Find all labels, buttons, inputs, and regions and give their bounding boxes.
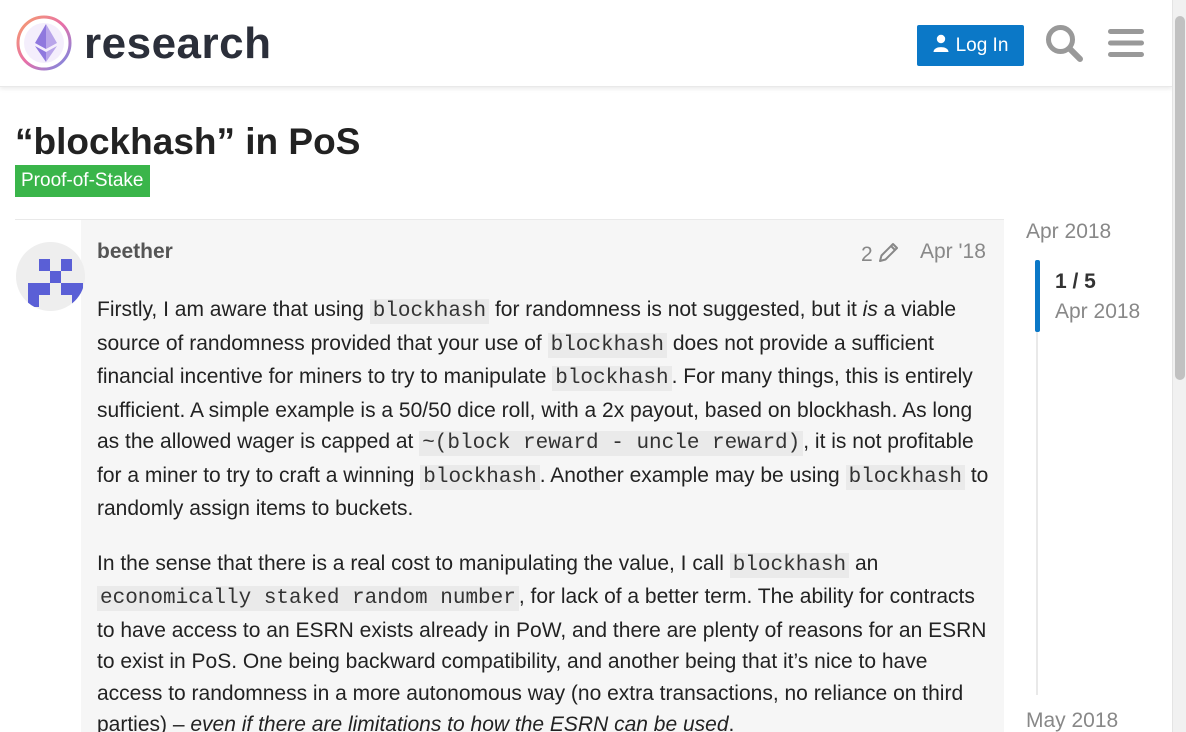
post-username[interactable]: beether (97, 240, 173, 264)
post-paragraph-2: In the sense that there is a real cost t… (97, 551, 987, 732)
post-paragraph-1: Firstly, I am aware that using blockhash… (97, 298, 989, 520)
post-content: Firstly, I am aware that using blockhash… (97, 294, 990, 732)
edit-history-button[interactable]: 2 (861, 240, 901, 270)
site-header: research Log In (0, 0, 1172, 87)
search-icon[interactable] (1042, 20, 1086, 66)
login-button[interactable]: Log In (917, 25, 1024, 66)
topic-timeline: Apr 2018 1 / 5 Apr 2018 May 2018 (1026, 220, 1166, 732)
post-date[interactable]: Apr '18 (920, 240, 986, 264)
user-icon (933, 34, 949, 58)
timeline-handle[interactable] (1035, 260, 1040, 332)
scrollbar-thumb[interactable] (1175, 16, 1185, 380)
avatar[interactable] (16, 242, 85, 311)
page-scrollbar[interactable] (1172, 0, 1186, 732)
menu-icon[interactable] (1104, 20, 1148, 66)
timeline-position-date: Apr 2018 (1055, 300, 1141, 323)
timeline-start-date[interactable]: Apr 2018 (1026, 220, 1111, 244)
edit-count: 2 (861, 243, 873, 266)
site-logo[interactable]: research (16, 15, 271, 76)
timeline-end-date[interactable]: May 2018 (1026, 709, 1118, 732)
login-label: Log In (955, 34, 1009, 56)
timeline-position: 1 / 5 (1055, 270, 1096, 293)
ethereum-logo-icon (16, 15, 72, 76)
topic-title[interactable]: “blockhash” in PoS (15, 121, 360, 163)
category-badge[interactable]: Proof-of-Stake (15, 165, 150, 197)
logo-text: research (84, 18, 272, 68)
pencil-icon (877, 240, 901, 270)
